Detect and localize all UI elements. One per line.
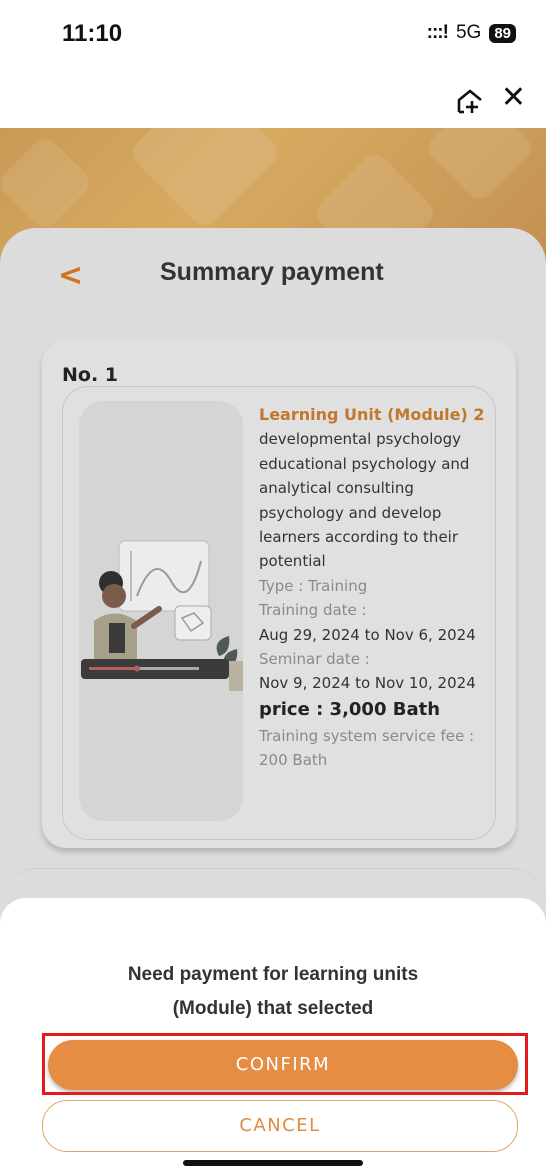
- module-description-line: analytical consulting: [259, 479, 414, 498]
- service-fee: 200 Bath: [259, 751, 328, 770]
- module-illustration: [81, 540, 243, 691]
- confirm-button-highlight: [42, 1033, 528, 1095]
- training-date: Aug 29, 2024 to Nov 6, 2024: [259, 625, 476, 644]
- module-description-line: potential: [259, 552, 326, 571]
- status-bar: 11:10 :::! 5G 89: [0, 0, 546, 80]
- status-time: 11:10: [62, 20, 123, 47]
- add-to-home-icon[interactable]: [456, 86, 484, 116]
- status-indicators: :::! 5G 89: [427, 22, 516, 44]
- service-fee-label: Training system service fee :: [259, 726, 475, 745]
- home-indicator: [183, 1160, 363, 1166]
- confirm-message-line: Need payment for learning units: [127, 964, 419, 985]
- app-top-bar: ✕: [0, 80, 546, 128]
- payment-confirm-sheet: Need payment for learning units (Module)…: [0, 898, 546, 1174]
- module-description-line: psychology and develop: [259, 503, 442, 522]
- module-description-line: educational psychology and: [259, 454, 470, 473]
- module-description-line: developmental psychology: [259, 430, 461, 449]
- banner-decoration: [127, 128, 283, 231]
- banner-decoration: [0, 133, 95, 233]
- module-type: Type : Training: [259, 576, 368, 595]
- page-title: Summary payment: [160, 258, 384, 286]
- module-description-line: learners according to their: [259, 528, 459, 547]
- back-icon[interactable]: <: [58, 258, 83, 293]
- module-item-card[interactable]: Learning Unit (Module) 2 developmental p…: [62, 386, 496, 840]
- module-title: Learning Unit (Module) 2: [259, 405, 485, 424]
- module-price: price : 3,000 Bath: [259, 698, 441, 720]
- module-thumbnail: [79, 401, 243, 821]
- seminar-date-label: Seminar date :: [259, 650, 370, 669]
- close-icon[interactable]: ✕: [501, 83, 526, 113]
- banner-decoration: [423, 128, 537, 205]
- cancel-button[interactable]: CANCEL: [42, 1100, 518, 1152]
- order-number: No. 1: [62, 364, 119, 386]
- seminar-date: Nov 9, 2024 to Nov 10, 2024: [259, 674, 476, 693]
- confirm-message: Need payment for learning units (Module)…: [0, 958, 546, 1026]
- network-type: 5G: [455, 22, 482, 43]
- signal-icon: :::!: [426, 22, 449, 43]
- training-date-label: Training date :: [259, 601, 367, 620]
- confirm-message-line: (Module) that selected: [172, 998, 374, 1019]
- battery-icon: 89: [489, 23, 516, 43]
- order-card: No. 1 Learning Unit (Module) 2 developme…: [42, 340, 516, 848]
- module-details: Learning Unit (Module) 2 developmental p…: [259, 403, 495, 773]
